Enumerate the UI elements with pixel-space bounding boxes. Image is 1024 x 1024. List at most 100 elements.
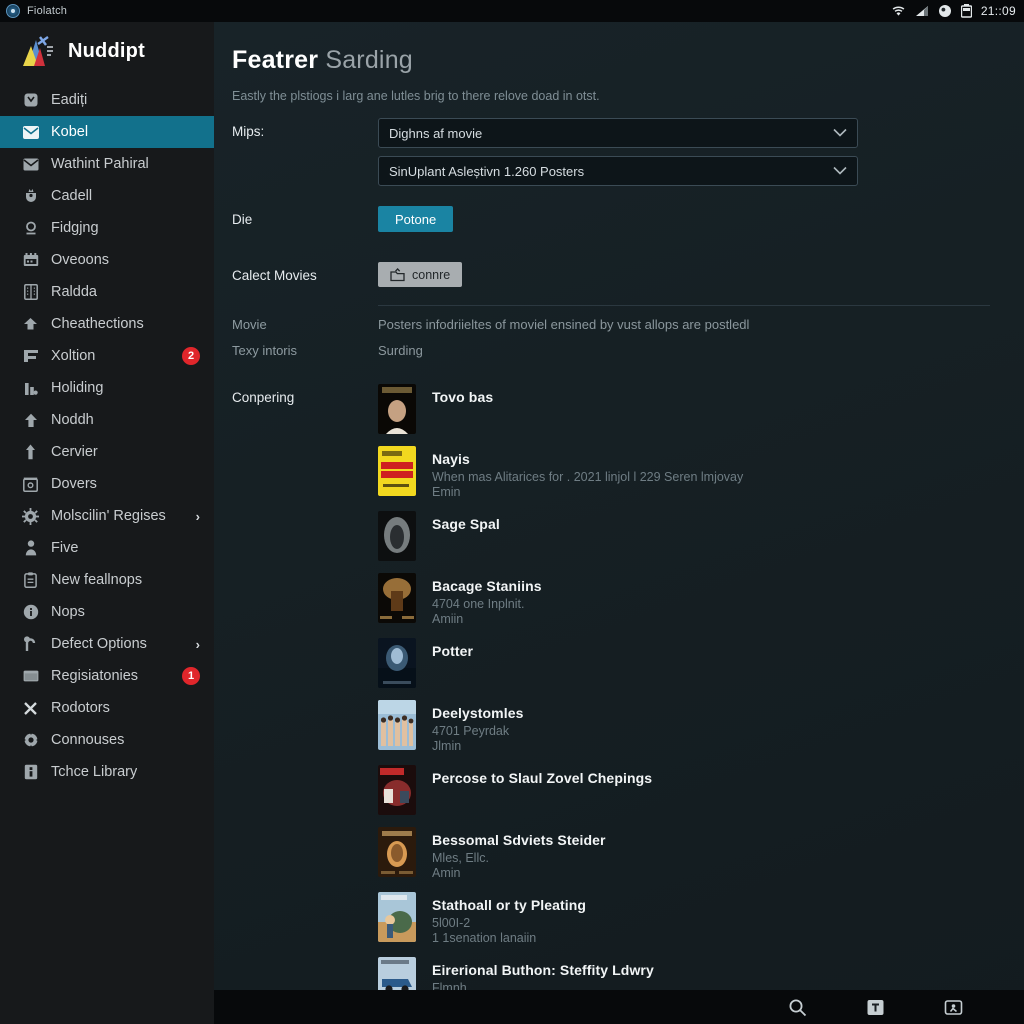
list-item-text: Bessomal Sdviets Steider Mles, Ellc. Amin: [432, 827, 606, 880]
sidebar-item-raldda[interactable]: Raldda: [0, 276, 214, 308]
signal-icon: [915, 5, 929, 17]
user-icon: [22, 540, 39, 557]
list-item-text: Sage Spal: [432, 511, 500, 532]
sidebar-item-label: New feallnops: [51, 572, 143, 588]
sidebar-item-label: Cheathections: [51, 316, 144, 332]
list-item[interactable]: Stathoall or ty Pleating 5l00I-2 1 1senati…: [378, 892, 994, 945]
window-icon: [22, 668, 39, 685]
poster-collection-select[interactable]: SinUplant Asleștivn 1.260 Posters: [378, 156, 858, 186]
poster-thumbnail: [378, 446, 416, 496]
sidebar-item-label: Kobel: [51, 124, 89, 140]
sidebar-item-nops[interactable]: Nops: [0, 596, 214, 628]
list-item-text: Nayis When mas Alitarices for . 2021 linj…: [432, 446, 743, 499]
calect-movies-row: Calect Movies connre: [232, 262, 994, 287]
list-item[interactable]: Bacage Staniins 4704 one Inplnit. Amiin: [378, 573, 994, 626]
wifi-icon: [891, 5, 906, 17]
sidebar-item-cheathections[interactable]: Cheathections: [0, 308, 214, 340]
sidebar-item-label: Oveoons: [51, 252, 110, 268]
chevron-down-icon: [833, 126, 847, 140]
chevron-right-icon: ›: [195, 508, 200, 524]
list-item[interactable]: Potter: [378, 638, 994, 688]
movie-list: Tovo bas Nayis When mas Alitarices for . 2…: [378, 384, 994, 1024]
sidebar-item-connouses[interactable]: Connouses: [0, 724, 214, 756]
list-item-text: Percose to Slaul Zovel Chepings: [432, 765, 652, 786]
list-item[interactable]: Nayis When mas Alitarices for . 2021 linj…: [378, 446, 994, 499]
sidebar-item-tchce-library[interactable]: Tchce Library: [0, 756, 214, 788]
info-row: Texy intoris Surding: [232, 343, 994, 358]
die-label: Die: [232, 212, 253, 227]
sidebar-item-noddh[interactable]: Noddh: [0, 404, 214, 436]
list-item[interactable]: Tovo bas: [378, 384, 994, 434]
list-item-text: Stathoall or ty Pleating 5l00I-2 1 1senati…: [432, 892, 586, 945]
sidebar-item-kobel[interactable]: Kobel: [0, 116, 214, 148]
sidebar-item-label: Molscilin' Regises: [51, 508, 166, 524]
sidebar-item-oveoons[interactable]: Oveoons: [0, 244, 214, 276]
system-status-bar: Fiolatch 21::09: [0, 0, 1024, 22]
sidebar-item-label: Nops: [51, 604, 85, 620]
info-row-label: Texy intoris: [232, 343, 298, 358]
list-item[interactable]: Bessomal Sdviets Steider Mles, Ellc. Amin: [378, 827, 994, 880]
sidebar-item-label: Five: [51, 540, 79, 556]
clock-icon: [22, 92, 39, 109]
sidebar-item-rodotors[interactable]: Rodotors: [0, 692, 214, 724]
envelope-icon: [22, 156, 39, 173]
list-item[interactable]: Deelystomles 4701 Peyrdak Jlmin: [378, 700, 994, 753]
list-item-title: Bessomal Sdviets Steider: [432, 832, 606, 848]
info-row-label: Movie: [232, 317, 267, 332]
conpering-label: Conpering: [232, 390, 295, 405]
layers-icon: [22, 348, 39, 365]
calect-movies-label: Calect Movies: [232, 268, 317, 283]
movie-source-select[interactable]: Dighns af movie: [378, 118, 858, 148]
sidebar-item-badge: 1: [182, 667, 200, 685]
list-item-subtitle: 4704 one Inplnit.: [432, 597, 525, 611]
potone-button[interactable]: Potone: [378, 206, 454, 232]
page-title-main: Featrer: [232, 46, 319, 74]
sidebar-item-molscilin-regises[interactable]: Molscilin' Regises ›: [0, 500, 214, 532]
pin-icon: [22, 444, 39, 461]
sidebar-item-defect-options[interactable]: Defect Options ›: [0, 628, 214, 660]
hook-icon: [22, 636, 39, 653]
sidebar-item-five[interactable]: Five: [0, 532, 214, 564]
sidebar-item-label: Connouses: [51, 732, 125, 748]
sidebar-item-label: Noddh: [51, 412, 94, 428]
cog-icon: [22, 732, 39, 749]
sidebar-item-cadell[interactable]: Cadell: [0, 180, 214, 212]
sidebar-item-badge: 2: [182, 347, 200, 365]
connre-button[interactable]: connre: [378, 262, 463, 287]
sidebar-item-cervier[interactable]: Cervier: [0, 436, 214, 468]
clipboard-icon: [22, 572, 39, 589]
battery-icon: [960, 4, 972, 18]
sidebar-item-holiding[interactable]: Holiding: [0, 372, 214, 404]
list-item[interactable]: Percose to Slaul Zovel Chepings: [378, 765, 994, 815]
search-icon[interactable]: [786, 996, 808, 1018]
mail-icon: [22, 124, 39, 141]
movie-source-select-value: Dighns af movie: [389, 125, 483, 141]
list-item[interactable]: Sage Spal: [378, 511, 994, 561]
gear-icon: [22, 507, 39, 525]
sidebar-item-wathint-pahiral[interactable]: Wathint Pahiral: [0, 148, 214, 180]
main-content: Featrer Sarding Eastly the plstiogs i la…: [214, 22, 1024, 1024]
calect-movies-field: connre: [378, 262, 858, 287]
book-icon: [22, 764, 39, 781]
disc-icon: [6, 4, 20, 18]
sidebar-item-new-feallnops[interactable]: New feallnops: [0, 564, 214, 596]
list-item-title: Bacage Staniins: [432, 578, 542, 594]
list-item-title: Nayis: [432, 451, 470, 467]
poster-thumbnail: [378, 384, 416, 434]
sidebar-item-eadi-i[interactable]: Eadiți: [0, 84, 214, 116]
sidebar-item-dovers[interactable]: Dovers: [0, 468, 214, 500]
image-square-icon[interactable]: [942, 996, 964, 1018]
text-square-icon[interactable]: [864, 996, 886, 1018]
list-item-title: Eirerional Buthon: Steffity Ldwry: [432, 962, 654, 978]
poster-thumbnail: [378, 892, 416, 942]
list-item-title: Sage Spal: [432, 516, 500, 532]
sidebar-item-xoltion[interactable]: Xoltion 2: [0, 340, 214, 372]
poster-thumbnail: [378, 700, 416, 750]
sidebar-item-fidgjng[interactable]: Fidgjng: [0, 212, 214, 244]
die-row: Die Potone: [232, 206, 994, 232]
poster-thumbnail: [378, 827, 416, 877]
sidebar-item-regisiatonies[interactable]: Regisiatonies 1: [0, 660, 214, 692]
list-item-meta: 1 1senation lanaiin: [432, 931, 537, 945]
mountain-logo: [18, 34, 58, 68]
sidebar-item-label: Fidgjng: [51, 220, 99, 236]
